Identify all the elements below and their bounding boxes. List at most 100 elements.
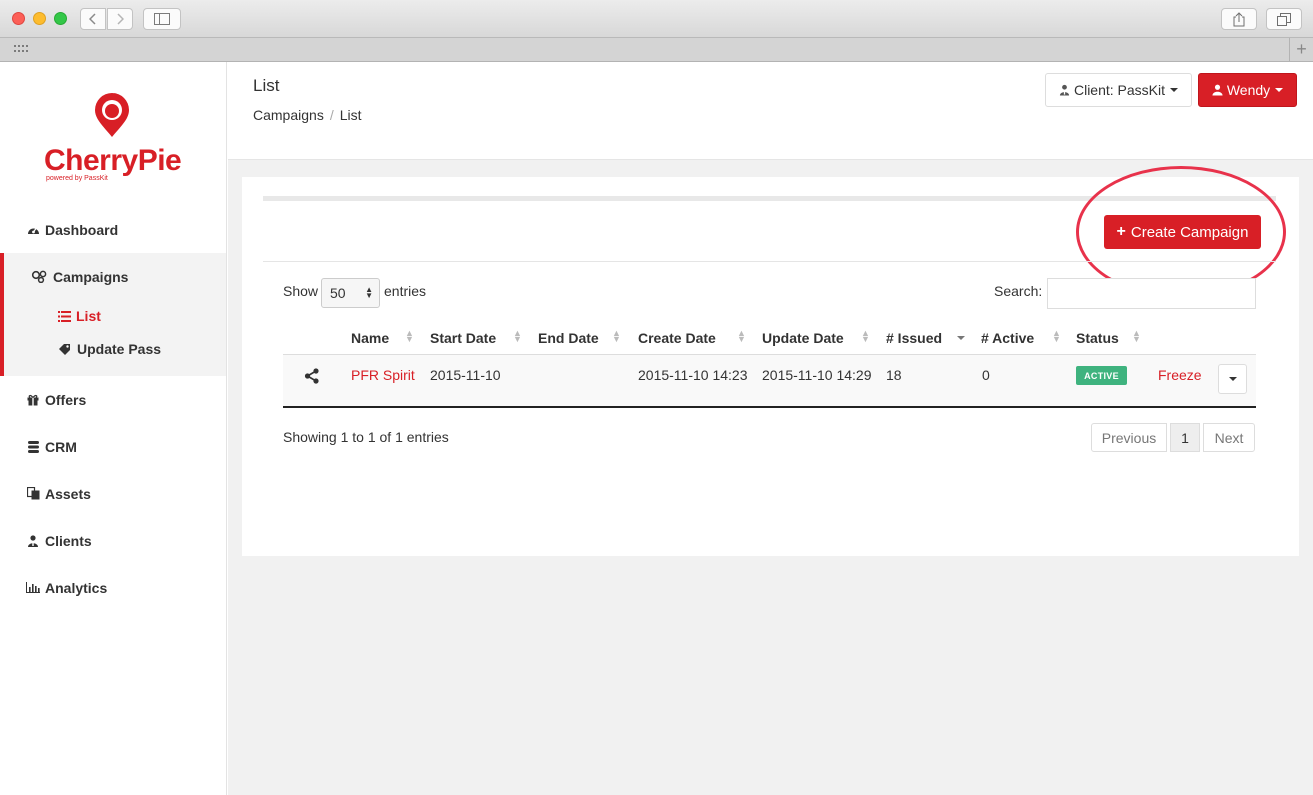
user-menu-button[interactable]: Wendy	[1198, 73, 1297, 107]
list-icon	[58, 310, 71, 322]
page-length-select[interactable]: 50 ▲ ▼	[321, 278, 380, 308]
column-header-issued[interactable]: # Issued	[886, 330, 942, 346]
row-actions-dropdown-button[interactable]	[1218, 364, 1247, 394]
zoom-window-button[interactable]	[54, 12, 67, 25]
sidebar: CherryPie powered by PassKit Dashboard C…	[0, 62, 227, 795]
campaign-name-link[interactable]: PFR Spirit	[351, 367, 415, 383]
cell-issued: 18	[886, 367, 902, 383]
main-content: List Campaigns / List Client: PassKit Wend…	[228, 62, 1313, 795]
sidebar-item-label: Clients	[45, 532, 92, 549]
column-header-end-date[interactable]: End Date	[538, 330, 599, 346]
breadcrumb: Campaigns / List	[253, 107, 362, 123]
sidebar-toggle-button[interactable]	[143, 8, 181, 30]
dashboard-icon	[26, 224, 40, 235]
sort-descending-icon	[957, 336, 965, 340]
sidebar-toggle-icon	[154, 13, 170, 25]
share-nodes-icon[interactable]	[304, 368, 320, 384]
column-header-start-date[interactable]: Start Date	[430, 330, 496, 346]
sidebar-item-crm[interactable]: CRM	[0, 423, 226, 470]
sort-icon: ▲ ▼	[1052, 328, 1061, 344]
sidebar-item-label: CRM	[45, 438, 77, 455]
cherrypie-logo[interactable]: CherryPie powered by PassKit	[44, 92, 184, 182]
files-icon	[26, 487, 40, 500]
search-input[interactable]	[1047, 278, 1256, 309]
cherry-pin-icon	[95, 93, 129, 137]
sort-icon: ▲ ▼	[513, 328, 522, 344]
sidebar-item-label: Offers	[45, 391, 87, 408]
tag-icon	[58, 343, 72, 355]
brand-name: CherryPie	[44, 144, 182, 177]
page-length-value: 50	[330, 285, 346, 301]
sort-icon: ▲ ▼	[737, 328, 746, 344]
divider	[263, 261, 1276, 262]
back-button[interactable]	[80, 8, 106, 30]
status-badge: ACTIVE	[1076, 366, 1127, 385]
user-button-label: Wendy	[1226, 82, 1271, 98]
user-icon	[1212, 84, 1223, 96]
client-icon	[1059, 84, 1070, 96]
chevron-left-icon	[89, 13, 96, 25]
tabs-overview-button[interactable]	[1266, 8, 1302, 30]
search-label: Search:	[994, 283, 1043, 299]
chevron-down-icon	[1228, 377, 1237, 381]
bar-chart-icon	[26, 582, 40, 593]
freeze-link[interactable]: Freeze	[1158, 367, 1202, 383]
next-page-button[interactable]: Next	[1203, 423, 1255, 452]
cell-create-date: 2015-11-10 14:23	[638, 367, 748, 383]
forward-button[interactable]	[107, 8, 133, 30]
sidebar-item-campaigns[interactable]: Campaigns	[0, 253, 226, 300]
table-info: Showing 1 to 1 of 1 entries	[283, 429, 449, 445]
tabs-overview-icon	[1277, 12, 1291, 26]
previous-page-button[interactable]: Previous	[1091, 423, 1167, 452]
close-window-button[interactable]	[12, 12, 25, 25]
chevron-down-icon	[1170, 88, 1179, 92]
page-header: List Campaigns / List Client: PassKit Wend…	[228, 62, 1313, 160]
column-header-active[interactable]: # Active	[981, 330, 1034, 346]
sidebar-item-label: Campaigns	[53, 268, 129, 285]
cell-start-date: 2015-11-10	[430, 367, 501, 383]
minimize-window-button[interactable]	[33, 12, 46, 25]
client-dropdown-button[interactable]: Client: PassKit	[1045, 73, 1192, 107]
page-title: List	[253, 76, 280, 95]
breadcrumb-list: List	[339, 107, 362, 123]
cell-active: 0	[982, 367, 990, 383]
sidebar-item-offers[interactable]: Offers	[0, 376, 226, 423]
sidebar-item-label: Assets	[45, 485, 91, 502]
sort-icon: ▲ ▼	[861, 328, 870, 344]
client-button-label: Client: PassKit	[1073, 82, 1166, 98]
share-icon	[1233, 11, 1245, 26]
column-header-create-date[interactable]: Create Date	[638, 330, 716, 346]
sidebar-item-analytics[interactable]: Analytics	[0, 564, 226, 611]
sidebar-item-label: Analytics	[45, 579, 108, 596]
show-label: Show	[283, 283, 319, 299]
sidebar-item-dashboard[interactable]: Dashboard	[0, 206, 226, 253]
campaigns-panel: + Create Campaign Show 50 ▲ ▼ entries Sea…	[242, 166, 1299, 556]
page-1-button[interactable]: 1	[1170, 423, 1200, 452]
sidebar-item-label: Dashboard	[45, 221, 119, 238]
sort-icon: ▲ ▼	[405, 328, 414, 344]
sort-icon: ▲ ▼	[1132, 328, 1141, 344]
cell-update-date: 2015-11-10 14:29	[762, 367, 872, 383]
chevron-down-icon	[1275, 88, 1284, 92]
sort-icon: ▲ ▼	[612, 328, 621, 344]
select-arrows-icon: ▲ ▼	[365, 285, 373, 300]
entries-label: entries	[384, 283, 427, 299]
new-tab-button[interactable]: +	[1289, 38, 1313, 62]
column-header-status[interactable]: Status	[1076, 330, 1119, 346]
sidebar-subitem-update-pass[interactable]: Update Pass	[58, 337, 161, 361]
campaigns-icon	[30, 270, 48, 283]
sidebar-subitem-list[interactable]: List	[58, 304, 101, 328]
brand-tagline: powered by PassKit	[46, 175, 108, 182]
top-sites-grid-icon[interactable]	[14, 45, 30, 53]
breadcrumb-separator: /	[329, 107, 334, 123]
gift-icon	[26, 394, 40, 406]
sidebar-item-clients[interactable]: Clients	[0, 517, 226, 564]
breadcrumb-campaigns[interactable]: Campaigns	[253, 107, 324, 123]
share-button[interactable]	[1221, 8, 1257, 30]
sidebar-subitem-label: Update Pass	[77, 341, 162, 357]
browser-titlebar	[0, 0, 1313, 38]
chevron-right-icon	[117, 13, 124, 25]
sidebar-item-assets[interactable]: Assets	[0, 470, 226, 517]
column-header-update-date[interactable]: Update Date	[762, 330, 844, 346]
column-header-name[interactable]: Name	[351, 330, 389, 346]
